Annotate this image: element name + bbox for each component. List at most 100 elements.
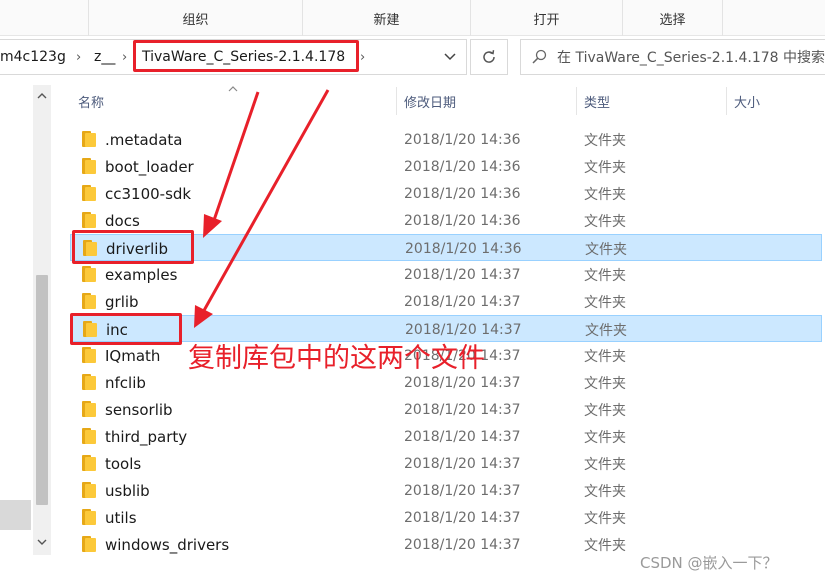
file-name: docs bbox=[105, 211, 140, 230]
ribbon-group-open[interactable]: 打开 bbox=[470, 0, 622, 36]
chevron-down-icon[interactable] bbox=[434, 40, 466, 74]
ribbon: 组织 新建 打开 选择 bbox=[0, 0, 825, 36]
ribbon-group-new[interactable]: 新建 bbox=[302, 0, 470, 36]
refresh-icon bbox=[483, 50, 495, 63]
folder-icon bbox=[82, 293, 96, 309]
file-name: .metadata bbox=[105, 130, 183, 149]
column-divider[interactable] bbox=[726, 87, 727, 115]
ribbon-group-select[interactable]: 选择 bbox=[622, 0, 722, 36]
breadcrumb-separator[interactable]: › bbox=[360, 40, 365, 74]
folder-icon bbox=[82, 509, 96, 525]
file-date: 2018/1/20 14:37 bbox=[404, 401, 521, 418]
file-type: 文件夹 bbox=[584, 429, 626, 446]
ribbon-group-label: 新建 bbox=[373, 12, 400, 28]
file-type: 文件夹 bbox=[584, 402, 626, 419]
file-type: 文件夹 bbox=[584, 510, 626, 527]
file-row[interactable]: usblib 2018/1/20 14:37 文件夹 bbox=[70, 477, 822, 504]
file-name: nfclib bbox=[105, 373, 146, 392]
scrollbar-thumb[interactable] bbox=[36, 275, 48, 505]
column-divider[interactable] bbox=[576, 87, 577, 115]
file-date: 2018/1/20 14:36 bbox=[404, 158, 521, 175]
search-icon bbox=[521, 49, 557, 65]
ribbon-group-label: 打开 bbox=[533, 12, 560, 28]
file-row[interactable]: cc3100-sdk 2018/1/20 14:36 文件夹 bbox=[70, 180, 822, 207]
file-date: 2018/1/20 14:37 bbox=[404, 293, 521, 310]
file-row[interactable]: grlib 2018/1/20 14:37 文件夹 bbox=[70, 288, 822, 315]
file-row[interactable]: docs 2018/1/20 14:36 文件夹 bbox=[70, 207, 822, 234]
address-row: m4c123g › z__ › TivaWare_C_Series-2.1.4.… bbox=[0, 37, 825, 85]
folder-icon bbox=[83, 240, 97, 256]
folder-icon bbox=[82, 428, 96, 444]
file-row[interactable]: tools 2018/1/20 14:37 文件夹 bbox=[70, 450, 822, 477]
file-name: usblib bbox=[105, 481, 150, 500]
nav-scrollbar[interactable] bbox=[33, 85, 51, 555]
file-date: 2018/1/20 14:37 bbox=[404, 509, 521, 526]
file-name: inc bbox=[106, 320, 128, 339]
search-input[interactable]: 在 TivaWare_C_Series-2.1.4.178 中搜索 bbox=[520, 39, 825, 75]
folder-icon bbox=[82, 158, 96, 174]
file-type: 文件夹 bbox=[584, 375, 626, 392]
breadcrumb-m4c123g[interactable]: m4c123g bbox=[0, 40, 66, 74]
breadcrumb-separator[interactable]: › bbox=[122, 40, 127, 74]
ribbon-group-label: 组织 bbox=[182, 12, 209, 28]
file-row[interactable]: driverlib 2018/1/20 14:36 文件夹 bbox=[70, 234, 822, 261]
file-name: utils bbox=[105, 508, 137, 527]
file-row[interactable]: sensorlib 2018/1/20 14:37 文件夹 bbox=[70, 396, 822, 423]
file-date: 2018/1/20 14:37 bbox=[404, 536, 521, 553]
file-row[interactable]: boot_loader 2018/1/20 14:36 文件夹 bbox=[70, 153, 822, 180]
file-type: 文件夹 bbox=[585, 322, 627, 339]
scroll-down-icon[interactable] bbox=[33, 533, 51, 551]
file-date: 2018/1/20 14:36 bbox=[405, 240, 522, 257]
column-header-date[interactable]: 修改日期 bbox=[404, 85, 456, 117]
file-date: 2018/1/20 14:37 bbox=[404, 428, 521, 445]
folder-icon bbox=[82, 266, 96, 282]
address-bar[interactable]: m4c123g › z__ › TivaWare_C_Series-2.1.4.… bbox=[0, 39, 467, 75]
file-row[interactable]: examples 2018/1/20 14:37 文件夹 bbox=[70, 261, 822, 288]
nav-selected-item[interactable] bbox=[0, 500, 31, 530]
file-type: 文件夹 bbox=[584, 537, 626, 554]
file-name: windows_drivers bbox=[105, 535, 230, 554]
folder-icon bbox=[82, 374, 96, 390]
file-name: cc3100-sdk bbox=[105, 184, 192, 203]
column-header-type[interactable]: 类型 bbox=[584, 85, 610, 117]
breadcrumb-z[interactable]: z__ bbox=[94, 40, 115, 74]
file-type: 文件夹 bbox=[584, 186, 626, 203]
file-type: 文件夹 bbox=[584, 456, 626, 473]
breadcrumb-separator[interactable]: › bbox=[76, 40, 81, 74]
folder-icon bbox=[82, 131, 96, 147]
navigation-pane[interactable] bbox=[0, 85, 31, 555]
file-name: sensorlib bbox=[105, 400, 173, 419]
ribbon-group-organize[interactable]: 组织 bbox=[88, 0, 302, 36]
ribbon-group-label: 选择 bbox=[659, 12, 686, 28]
file-type: 文件夹 bbox=[584, 267, 626, 284]
file-type: 文件夹 bbox=[584, 483, 626, 500]
column-divider[interactable] bbox=[396, 87, 397, 115]
folder-icon bbox=[83, 321, 97, 337]
breadcrumb-tivaware[interactable]: TivaWare_C_Series-2.1.4.178 bbox=[142, 40, 345, 74]
file-name: grlib bbox=[105, 292, 139, 311]
column-header-name[interactable]: 名称 bbox=[78, 85, 104, 117]
folder-icon bbox=[82, 401, 96, 417]
column-header-size[interactable]: 大小 bbox=[734, 85, 760, 117]
file-row[interactable]: .metadata 2018/1/20 14:36 文件夹 bbox=[70, 126, 822, 153]
sort-ascending-icon bbox=[228, 82, 238, 95]
file-type: 文件夹 bbox=[584, 159, 626, 176]
file-type: 文件夹 bbox=[584, 132, 626, 149]
ribbon-group-empty bbox=[722, 0, 825, 36]
folder-icon bbox=[82, 347, 96, 363]
file-type: 文件夹 bbox=[584, 213, 626, 230]
refresh-button[interactable] bbox=[470, 39, 508, 75]
file-type: 文件夹 bbox=[584, 294, 626, 311]
folder-icon bbox=[82, 536, 96, 552]
file-date: 2018/1/20 14:37 bbox=[404, 455, 521, 472]
folder-icon bbox=[82, 212, 96, 228]
scroll-up-icon[interactable] bbox=[33, 87, 51, 105]
file-date: 2018/1/20 14:37 bbox=[404, 482, 521, 499]
watermark: CSDN @嵌入一下？ bbox=[640, 554, 778, 572]
file-name: driverlib bbox=[106, 239, 168, 258]
file-row[interactable]: third_party 2018/1/20 14:37 文件夹 bbox=[70, 423, 822, 450]
search-placeholder: 在 TivaWare_C_Series-2.1.4.178 中搜索 bbox=[557, 50, 825, 66]
file-name: examples bbox=[105, 265, 178, 284]
file-row[interactable]: utils 2018/1/20 14:37 文件夹 bbox=[70, 504, 822, 531]
annotation-text: 复制库包中的这两个文件 bbox=[188, 343, 485, 374]
